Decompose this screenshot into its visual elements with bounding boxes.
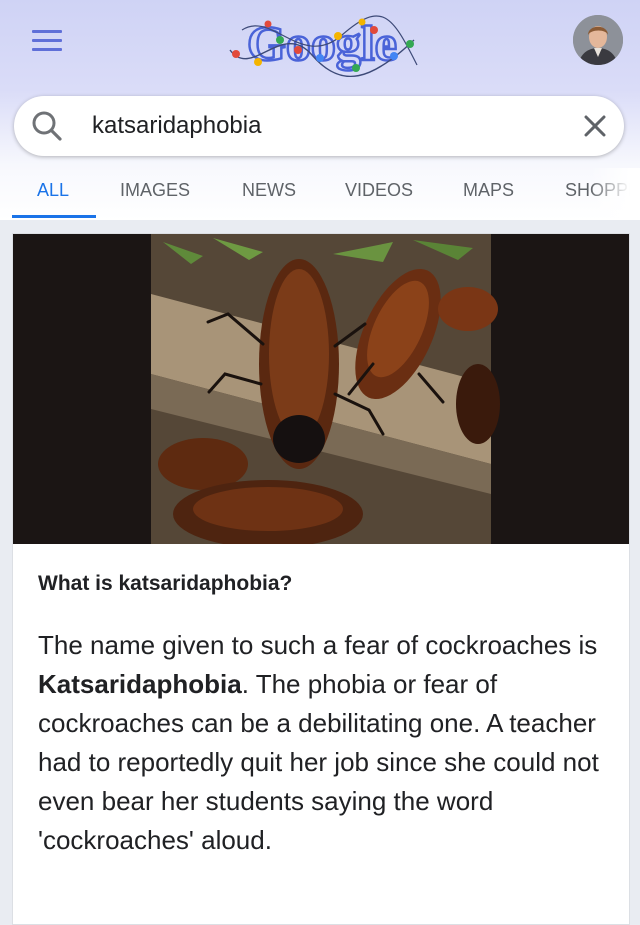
search-input[interactable] <box>92 110 532 142</box>
search-icon[interactable] <box>30 109 64 143</box>
tab-images[interactable]: IMAGES <box>120 180 190 201</box>
snippet-answer: The name given to such a fear of cockroa… <box>38 626 608 860</box>
answer-highlight: Katsaridaphobia <box>38 669 242 699</box>
tab-news[interactable]: NEWS <box>242 180 296 201</box>
hamburger-menu-icon[interactable] <box>32 30 62 56</box>
cockroach-photo <box>13 234 629 544</box>
tab-fade-overlay <box>590 168 640 220</box>
close-icon[interactable] <box>579 110 611 142</box>
tab-all[interactable]: ALL <box>37 180 69 201</box>
profile-avatar[interactable] <box>573 15 623 65</box>
google-doodle-logo[interactable]: Google <box>222 10 422 80</box>
snippet-question: What is katsaridaphobia? <box>38 572 293 595</box>
snippet-image[interactable] <box>13 234 629 544</box>
tab-videos[interactable]: VIDEOS <box>345 180 413 201</box>
app-header: Google katsaridaphobia ALL IMAGES NEWS V… <box>0 0 640 220</box>
search-tabs: ALL IMAGES NEWS VIDEOS MAPS SHOPPI <box>0 168 640 220</box>
active-tab-indicator <box>12 215 96 218</box>
answer-text-start: The name given to such a fear of cockroa… <box>38 630 598 660</box>
tab-maps[interactable]: MAPS <box>463 180 514 201</box>
search-bar[interactable] <box>14 96 624 156</box>
featured-snippet-card: What is katsaridaphobia? The name given … <box>12 233 630 925</box>
